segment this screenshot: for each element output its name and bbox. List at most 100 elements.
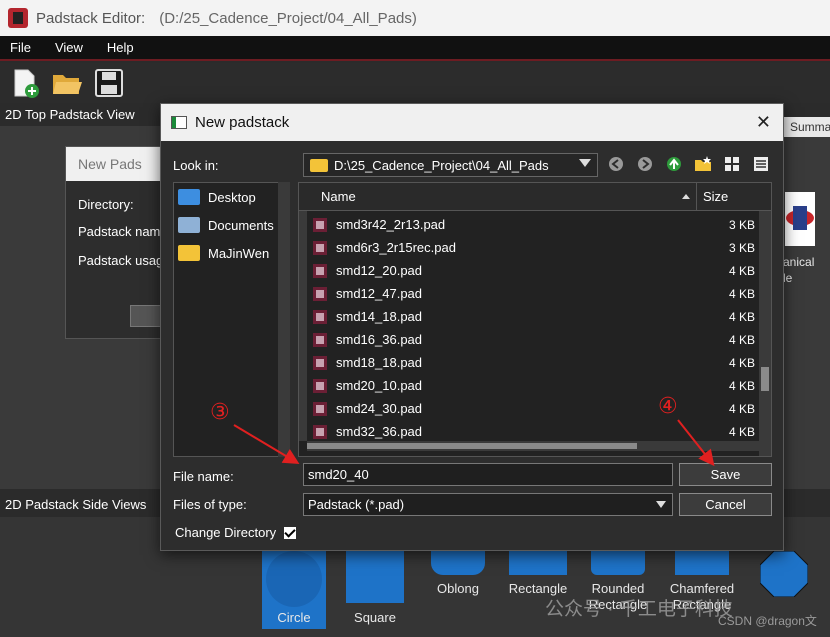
file-list-header: Name Size: [299, 183, 771, 211]
look-in-value: D:\25_Cadence_Project\04_All_Pads: [334, 157, 549, 173]
place-desktop[interactable]: Desktop: [174, 183, 289, 211]
file-list-horizontal-scrollbar[interactable]: [307, 441, 759, 451]
file-size: 4 KB: [728, 355, 755, 370]
file-name: smd14_18.pad: [336, 309, 423, 324]
file-row[interactable]: smd16_36.pad 4 KB: [307, 328, 759, 351]
file-size: 3 KB: [728, 240, 755, 255]
change-directory-checkbox[interactable]: [284, 526, 297, 539]
dropdown-arrow-icon: [656, 501, 666, 508]
save-button[interactable]: [92, 66, 126, 100]
new-folder-button[interactable]: [693, 154, 713, 174]
close-icon[interactable]: ✕: [756, 112, 771, 133]
menu-help[interactable]: Help: [107, 40, 134, 55]
file-size: 3 KB: [728, 217, 755, 232]
pad-file-icon: [313, 401, 327, 416]
list-margin: [299, 211, 307, 441]
new-file-icon: [14, 69, 39, 98]
place-label: Documents: [208, 217, 274, 233]
file-size: 4 KB: [728, 263, 755, 278]
detail-view-button[interactable]: [751, 154, 771, 174]
change-directory-option[interactable]: Change Directory: [175, 525, 297, 540]
window-icon: [171, 116, 187, 129]
back-button[interactable]: [606, 154, 626, 174]
places-scrollbar[interactable]: [278, 182, 290, 457]
file-row[interactable]: smd3r42_2r13.pad 3 KB: [307, 213, 759, 236]
file-row[interactable]: smd18_18.pad 4 KB: [307, 351, 759, 374]
file-type-value: Padstack (*.pad): [308, 497, 405, 512]
file-row[interactable]: smd12_20.pad 4 KB: [307, 259, 759, 282]
file-name: smd6r3_2r15rec.pad: [336, 240, 456, 255]
menu-view[interactable]: View: [55, 40, 83, 55]
file-size: 4 KB: [728, 401, 755, 416]
toolbar: [0, 63, 830, 103]
menu-file[interactable]: File: [10, 40, 31, 55]
pad-file-icon: [313, 286, 327, 301]
file-row[interactable]: smd20_10.pad 4 KB: [307, 374, 759, 397]
new-folder-icon: [695, 156, 711, 171]
file-row[interactable]: smd32_36.pad 4 KB: [307, 420, 759, 443]
look-in-dropdown[interactable]: D:\25_Cadence_Project\04_All_Pads: [303, 153, 598, 177]
octagon-shape-button[interactable]: [760, 551, 808, 597]
pad-file-icon: [313, 263, 327, 278]
open-folder-button[interactable]: [50, 66, 84, 100]
pad-file-icon: [313, 424, 327, 439]
circle-icon: [266, 551, 322, 607]
desktop-icon: [178, 189, 200, 205]
file-name: smd12_20.pad: [336, 263, 423, 278]
place-label: Desktop: [208, 189, 256, 205]
file-size: 4 KB: [728, 332, 755, 347]
file-row[interactable]: smd6r3_2r15rec.pad 3 KB: [307, 236, 759, 259]
file-name-label: File name:: [173, 469, 234, 484]
documents-icon: [178, 217, 200, 233]
file-row[interactable]: smd24_30.pad 4 KB: [307, 397, 759, 420]
rectangle-shape-button[interactable]: [509, 551, 567, 575]
square-shape-button[interactable]: [346, 551, 404, 603]
directory-label: Directory:: [78, 197, 134, 212]
file-type-dropdown[interactable]: Padstack (*.pad): [303, 493, 673, 516]
grid-view-icon: [725, 157, 739, 171]
file-name-input[interactable]: smd20_40: [303, 463, 673, 486]
places-sidebar: Desktop Documents MaJinWen: [173, 182, 290, 457]
menu-bar: File View Help: [0, 36, 830, 61]
open-folder-icon: [53, 75, 82, 94]
cancel-button[interactable]: Cancel: [679, 493, 772, 516]
pad-file-icon: [313, 309, 327, 324]
file-list-vertical-scrollbar[interactable]: [759, 211, 771, 456]
size-column-header[interactable]: Size: [697, 183, 757, 210]
file-size: 4 KB: [728, 286, 755, 301]
place-majinwen[interactable]: MaJinWen: [174, 239, 289, 267]
shape-label-circle: Circle: [277, 610, 311, 625]
shape-label-oblong: Oblong: [437, 581, 479, 596]
annotation-step-3: ③: [210, 400, 230, 425]
name-column-header[interactable]: Name: [299, 183, 697, 210]
new-padstack-dialog: New padstack ✕ Look in: D:\25_Cadence_Pr…: [160, 103, 784, 551]
file-row[interactable]: smd14_18.pad 4 KB: [307, 305, 759, 328]
file-name: smd24_30.pad: [336, 401, 423, 416]
horizontal-scroll-thumb[interactable]: [307, 443, 637, 449]
oblong-shape-button[interactable]: [431, 551, 485, 575]
dropdown-arrow-icon: [579, 159, 591, 167]
new-file-button[interactable]: [8, 66, 42, 100]
chamfered-rectangle-shape-button[interactable]: [675, 551, 729, 575]
file-name: smd12_47.pad: [336, 286, 423, 301]
save-dialog-button[interactable]: Save: [679, 463, 772, 486]
detail-view-icon: [754, 157, 768, 171]
pad-file-icon: [313, 217, 327, 232]
pad-file-icon: [313, 332, 327, 347]
forward-button[interactable]: [635, 154, 655, 174]
place-documents[interactable]: Documents: [174, 211, 289, 239]
pad-file-icon: [313, 240, 327, 255]
title-bar: Padstack Editor: (D:/25_Cadence_Project/…: [0, 0, 830, 36]
up-folder-button[interactable]: [664, 154, 684, 174]
window-path: (D:/25_Cadence_Project/04_All_Pads): [159, 9, 417, 27]
place-label: MaJinWen: [208, 245, 270, 261]
annotation-step-4: ④: [658, 394, 678, 419]
vertical-scroll-thumb[interactable]: [761, 367, 769, 391]
file-row[interactable]: smd12_47.pad 4 KB: [307, 282, 759, 305]
pad-file-icon: [313, 355, 327, 370]
list-view-button[interactable]: [722, 154, 742, 174]
mechanical-hole-icon: [785, 192, 815, 246]
rounded-rectangle-shape-button[interactable]: [591, 551, 645, 575]
summary-tab[interactable]: Summa: [784, 117, 830, 137]
padstack-usage-label: Padstack usag: [78, 253, 164, 268]
